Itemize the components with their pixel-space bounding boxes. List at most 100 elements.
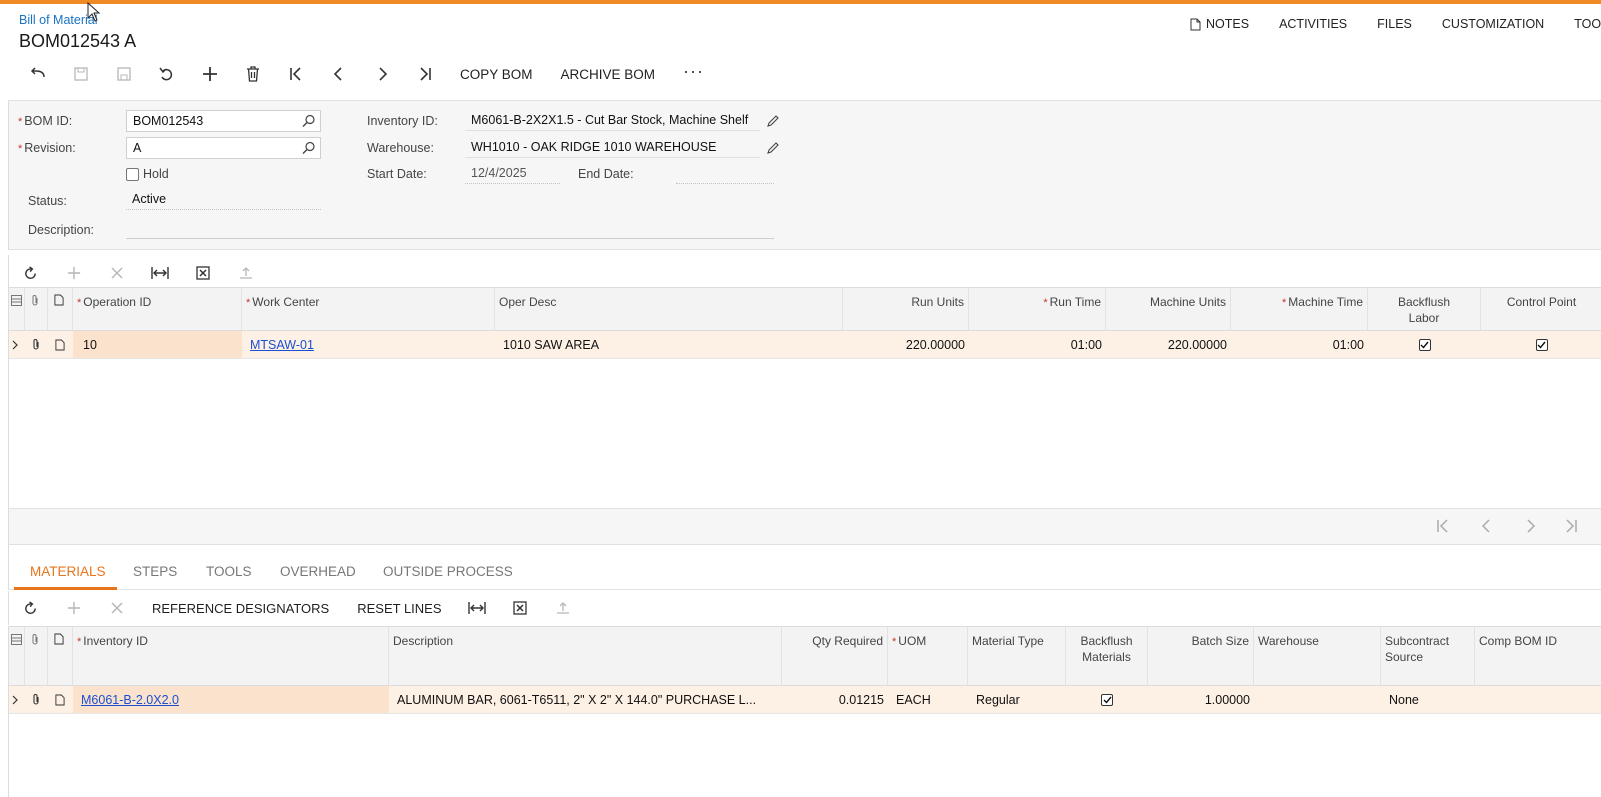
notes-link[interactable]: NOTES <box>1190 17 1249 31</box>
cell-warehouse[interactable] <box>1254 686 1381 713</box>
tab-tools[interactable]: TOOLS <box>206 564 252 579</box>
upload-button[interactable] <box>224 258 267 288</box>
more-actions-button[interactable]: ··· <box>669 61 718 82</box>
tab-overhead[interactable]: OVERHEAD <box>280 564 356 579</box>
export-excel-button[interactable] <box>181 258 224 288</box>
cell-control-point[interactable] <box>1481 331 1601 358</box>
backflush-materials-checkbox[interactable] <box>1101 693 1113 706</box>
next-page-icon[interactable] <box>1523 519 1537 533</box>
cell-comp-bom-id[interactable] <box>1475 686 1601 713</box>
table-row[interactable]: 10 MTSAW-01 1010 SAW AREA 220.00000 01:0… <box>9 331 1601 359</box>
breadcrumb[interactable]: Bill of Material <box>19 13 98 27</box>
search-icon[interactable] <box>302 114 316 128</box>
reference-designators-button[interactable]: REFERENCE DESIGNATORS <box>138 601 343 616</box>
cell-batch-size[interactable]: 1.00000 <box>1148 686 1254 713</box>
last-record-button[interactable] <box>403 60 446 88</box>
previous-record-button[interactable] <box>317 60 360 88</box>
refresh-button[interactable] <box>9 593 52 623</box>
tab-outside-process[interactable]: OUTSIDE PROCESS <box>383 564 513 579</box>
row-settings-icon[interactable] <box>9 288 25 330</box>
cell-qty-required[interactable]: 0.01215 <box>782 686 888 713</box>
last-page-icon[interactable] <box>1564 519 1578 533</box>
add-row-button[interactable] <box>52 258 95 288</box>
cell-run-units[interactable]: 220.00000 <box>843 331 969 358</box>
backflush-labor-checkbox[interactable] <box>1418 338 1431 351</box>
header-run-time[interactable]: * Run Time <box>969 288 1106 330</box>
cell-inventory-id[interactable]: M6061-B-2.0X2.0 <box>73 686 389 713</box>
header-backflush-labor[interactable]: Backflush Labor <box>1368 288 1481 330</box>
control-point-checkbox[interactable] <box>1535 338 1548 351</box>
add-button[interactable] <box>188 60 231 88</box>
header-inventory-id[interactable]: * Inventory ID <box>73 627 389 685</box>
search-icon[interactable] <box>302 141 316 155</box>
inventory-id-link[interactable]: M6061-B-2.0X2.0 <box>81 693 179 707</box>
delete-row-button[interactable] <box>95 258 138 288</box>
fit-columns-button[interactable] <box>456 593 499 623</box>
customization-link[interactable]: CUSTOMIZATION <box>1442 17 1544 31</box>
cell-oper-desc[interactable]: 1010 SAW AREA <box>495 331 843 358</box>
header-backflush-materials[interactable]: Backflush Materials <box>1066 627 1148 685</box>
header-oper-desc[interactable]: Oper Desc <box>495 288 843 330</box>
cell-backflush-labor[interactable] <box>1368 331 1481 358</box>
cell-machine-units[interactable]: 220.00000 <box>1106 331 1231 358</box>
upload-button[interactable] <box>542 593 585 623</box>
expand-row-icon[interactable] <box>9 331 25 358</box>
tab-steps[interactable]: STEPS <box>133 564 177 579</box>
hold-checkbox[interactable] <box>126 167 139 181</box>
header-run-units[interactable]: Run Units <box>843 288 969 330</box>
archive-bom-button[interactable]: ARCHIVE BOM <box>547 67 670 82</box>
end-date-value[interactable] <box>676 164 774 184</box>
export-excel-button[interactable] <box>499 593 542 623</box>
previous-page-icon[interactable] <box>1480 519 1494 533</box>
cell-run-time[interactable]: 01:00 <box>969 331 1106 358</box>
header-batch-size[interactable]: Batch Size <box>1148 627 1254 685</box>
row-note-icon[interactable] <box>48 331 73 358</box>
add-row-button[interactable] <box>52 593 95 623</box>
cell-subcontract-source[interactable]: None <box>1381 686 1475 713</box>
first-page-icon[interactable] <box>1436 519 1450 533</box>
cell-material-type[interactable]: Regular <box>968 686 1066 713</box>
description-input[interactable] <box>126 219 774 239</box>
reset-lines-button[interactable]: RESET LINES <box>343 601 455 616</box>
refresh-button[interactable] <box>9 258 52 288</box>
header-machine-time[interactable]: * Machine Time <box>1231 288 1368 330</box>
copy-bom-button[interactable]: COPY BOM <box>446 67 547 82</box>
edit-pencil-icon[interactable] <box>766 141 780 155</box>
start-date-value[interactable]: 12/4/2025 <box>465 164 560 184</box>
delete-button[interactable] <box>231 60 274 88</box>
status-value[interactable]: Active <box>126 190 321 210</box>
cell-work-center[interactable]: MTSAW-01 <box>242 331 495 358</box>
header-qty-required[interactable]: Qty Required <box>782 627 888 685</box>
cell-uom[interactable]: EACH <box>888 686 968 713</box>
header-comp-bom-id[interactable]: Comp BOM ID <box>1475 627 1601 685</box>
tab-materials[interactable]: MATERIALS <box>30 564 106 579</box>
inventory-id-value[interactable]: M6061-B-2X2X1.5 - Cut Bar Stock, Machine… <box>465 111 760 131</box>
next-record-button[interactable] <box>360 60 403 88</box>
edit-pencil-icon[interactable] <box>766 114 780 128</box>
header-description[interactable]: Description <box>389 627 782 685</box>
header-control-point[interactable]: Control Point <box>1481 288 1601 330</box>
row-settings-icon[interactable] <box>9 627 25 685</box>
expand-row-icon[interactable] <box>9 686 25 713</box>
header-subcontract-source[interactable]: Subcontract Source <box>1381 627 1475 685</box>
tools-link[interactable]: TOOLS <box>1574 17 1601 31</box>
files-link[interactable]: FILES <box>1377 17 1412 31</box>
undo-button[interactable] <box>145 60 188 88</box>
bom-id-input[interactable]: BOM012543 <box>126 110 321 132</box>
header-material-type[interactable]: Material Type <box>968 627 1066 685</box>
table-row[interactable]: M6061-B-2.0X2.0 ALUMINUM BAR, 6061-T6511… <box>9 686 1601 714</box>
header-work-center[interactable]: * Work Center <box>242 288 495 330</box>
activities-link[interactable]: ACTIVITIES <box>1279 17 1347 31</box>
first-record-button[interactable] <box>274 60 317 88</box>
warehouse-value[interactable]: WH1010 - OAK RIDGE 1010 WAREHOUSE <box>465 138 760 158</box>
cell-backflush-materials[interactable] <box>1066 686 1148 713</box>
back-button[interactable] <box>16 60 59 88</box>
delete-row-button[interactable] <box>95 593 138 623</box>
header-warehouse[interactable]: Warehouse <box>1254 627 1381 685</box>
save-close-button[interactable] <box>59 60 102 88</box>
save-button[interactable] <box>102 60 145 88</box>
work-center-link[interactable]: MTSAW-01 <box>250 338 314 352</box>
header-uom[interactable]: * UOM <box>888 627 968 685</box>
attachment-icon[interactable] <box>25 686 48 713</box>
header-machine-units[interactable]: Machine Units <box>1106 288 1231 330</box>
